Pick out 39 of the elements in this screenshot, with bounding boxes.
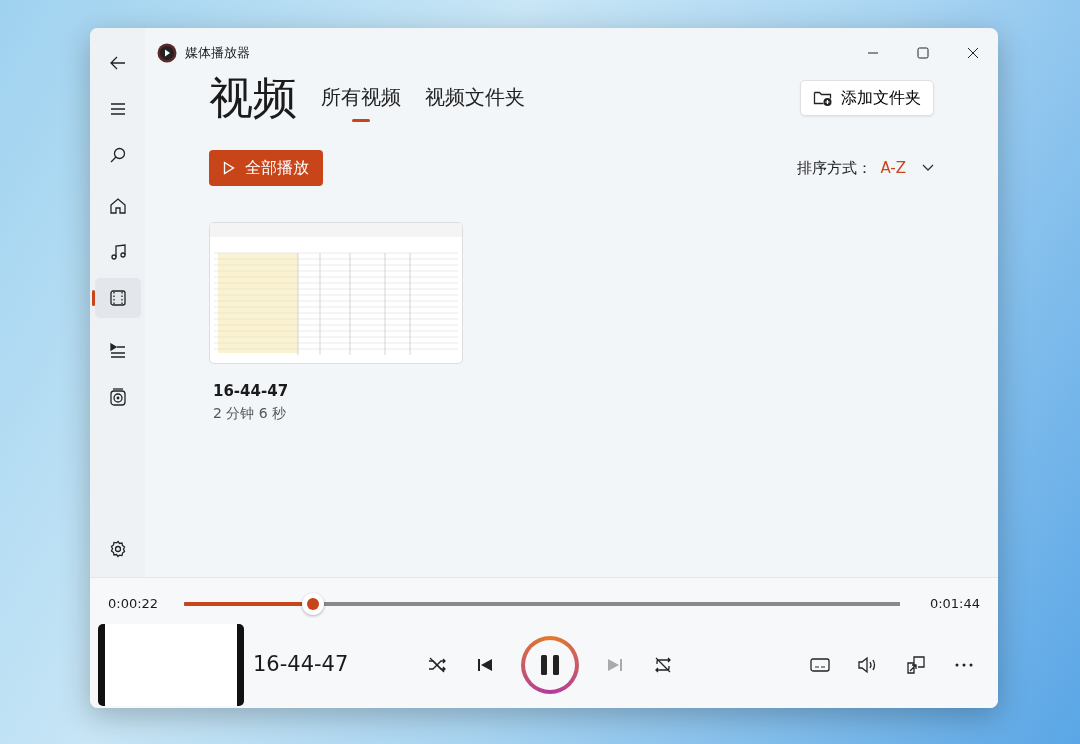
window-title: 媒体播放器	[185, 44, 250, 63]
menu-icon	[108, 100, 127, 118]
subtitles-icon	[810, 657, 830, 673]
previous-icon	[477, 657, 493, 673]
page-title: 视频	[209, 76, 297, 120]
maximize-icon	[917, 47, 929, 59]
back-icon	[108, 54, 127, 72]
elapsed-time: 0:00:22	[108, 595, 160, 614]
next-icon	[607, 657, 623, 673]
sort-label: 排序方式：	[797, 157, 873, 179]
play-icon	[223, 161, 235, 175]
add-folder-button[interactable]: 添加文件夹	[800, 80, 934, 116]
settings-icon	[108, 540, 127, 558]
more-icon	[955, 663, 973, 667]
now-playing-title: 16-44-47	[253, 651, 350, 679]
total-time: 0:01:44	[928, 595, 980, 614]
video-duration: 2 分钟 6 秒	[213, 403, 288, 423]
home-icon	[108, 197, 127, 215]
folder-add-icon	[813, 89, 833, 107]
close-icon	[967, 47, 979, 59]
music-note-icon	[108, 243, 127, 261]
pause-icon	[539, 653, 561, 677]
film-icon	[108, 289, 127, 307]
app-logo-icon	[157, 43, 177, 63]
video-thumbnail[interactable]	[209, 222, 463, 364]
nav-item[interactable]	[94, 278, 141, 318]
repeat-icon	[653, 655, 673, 675]
video-title: 16-44-47	[213, 381, 290, 402]
now-playing-thumbnail[interactable]	[98, 624, 244, 706]
play-all-button[interactable]: 全部播放	[209, 150, 323, 186]
search-icon	[108, 146, 127, 164]
sort-dropdown[interactable]: A-Z	[880, 156, 934, 180]
mini-player-icon	[906, 655, 926, 675]
pause-button[interactable]	[521, 636, 579, 694]
playlist-icon	[108, 342, 127, 360]
chevron-down-icon	[922, 164, 934, 172]
tab[interactable]: 所有视频	[321, 82, 401, 120]
shuffle-icon	[427, 655, 447, 675]
tab[interactable]: 视频文件夹	[425, 82, 525, 120]
